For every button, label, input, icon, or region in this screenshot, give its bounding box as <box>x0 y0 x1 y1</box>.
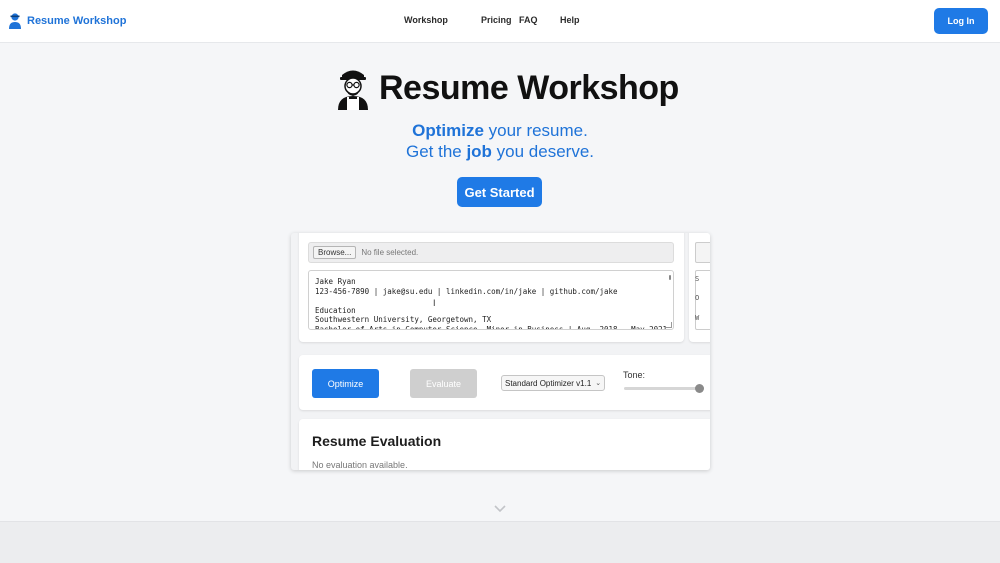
resume-textarea[interactable]: Jake Ryan 123-456-7890 | jake@su.edu | l… <box>308 270 674 330</box>
brand-name: Resume Workshop <box>27 15 127 27</box>
hero-title: Resume Workshop <box>335 66 679 110</box>
evaluation-title: Resume Evaluation <box>312 433 442 449</box>
evaluation-card: Resume Evaluation No evaluation availabl… <box>299 419 710 470</box>
tagline-text-1: your resume. <box>483 121 588 140</box>
top-navbar: Resume Workshop Workshop Pricing FAQ Hel… <box>0 0 1000 43</box>
text-cursor-icon: I <box>433 298 436 308</box>
tagline-text-2b: you deserve. <box>491 142 595 161</box>
worker-mascot-icon <box>338 70 368 110</box>
tagline-line-2: Get the job you deserve. <box>0 142 1000 162</box>
login-button[interactable]: Log In <box>934 8 988 34</box>
optimizer-select[interactable]: Standard Optimizer v1.1 ⌄ <box>501 375 605 391</box>
file-status: No file selected. <box>361 248 419 257</box>
chevron-down-icon[interactable] <box>493 503 507 513</box>
file-upload-field[interactable]: Browse... No file selected. <box>308 242 674 263</box>
tagline-emphasis-job: job <box>466 142 492 161</box>
get-started-button[interactable]: Get Started <box>457 177 542 207</box>
demo-preview: Browse... No file selected. Jake Ryan 12… <box>291 233 710 470</box>
nav-links: Workshop Pricing FAQ Help <box>404 15 580 25</box>
hero-heading: Resume Workshop <box>379 68 679 107</box>
tone-slider-thumb[interactable] <box>695 384 704 393</box>
controls-card: Optimize Evaluate Standard Optimizer v1.… <box>299 355 710 410</box>
evaluation-empty-text: No evaluation available. <box>312 460 408 470</box>
nav-link-workshop[interactable]: Workshop <box>404 15 481 25</box>
chevron-down-icon: ⌄ <box>595 380 602 387</box>
person-icon <box>9 13 21 29</box>
output-card: S O W <box>689 233 710 342</box>
brand-link[interactable]: Resume Workshop <box>8 12 126 30</box>
tone-label: Tone: <box>623 370 646 380</box>
evaluate-button[interactable]: Evaluate <box>410 369 477 398</box>
output-fragment-3: W <box>695 314 700 322</box>
textarea-scrollbar[interactable] <box>669 275 671 280</box>
nav-link-faq[interactable]: FAQ <box>519 15 560 25</box>
tagline-text-2a: Get the <box>405 142 467 161</box>
resume-input-card: Browse... No file selected. Jake Ryan 12… <box>299 233 684 342</box>
tagline-line-1: Optimize your resume. <box>0 121 1000 141</box>
nav-link-help[interactable]: Help <box>560 15 580 25</box>
output-fragment-2: O <box>695 294 700 302</box>
nav-link-pricing[interactable]: Pricing <box>481 15 519 25</box>
output-fragment-1: S <box>695 275 700 283</box>
tagline-emphasis-optimize: Optimize <box>412 121 484 140</box>
next-section-band <box>0 521 1000 563</box>
optimize-button[interactable]: Optimize <box>312 369 379 398</box>
textarea-resize-handle[interactable] <box>666 322 672 328</box>
optimizer-selected-value: Standard Optimizer v1.1 <box>505 378 592 388</box>
tone-slider[interactable] <box>624 384 704 393</box>
browse-button[interactable]: Browse... <box>313 246 357 259</box>
output-file-field <box>695 242 710 263</box>
